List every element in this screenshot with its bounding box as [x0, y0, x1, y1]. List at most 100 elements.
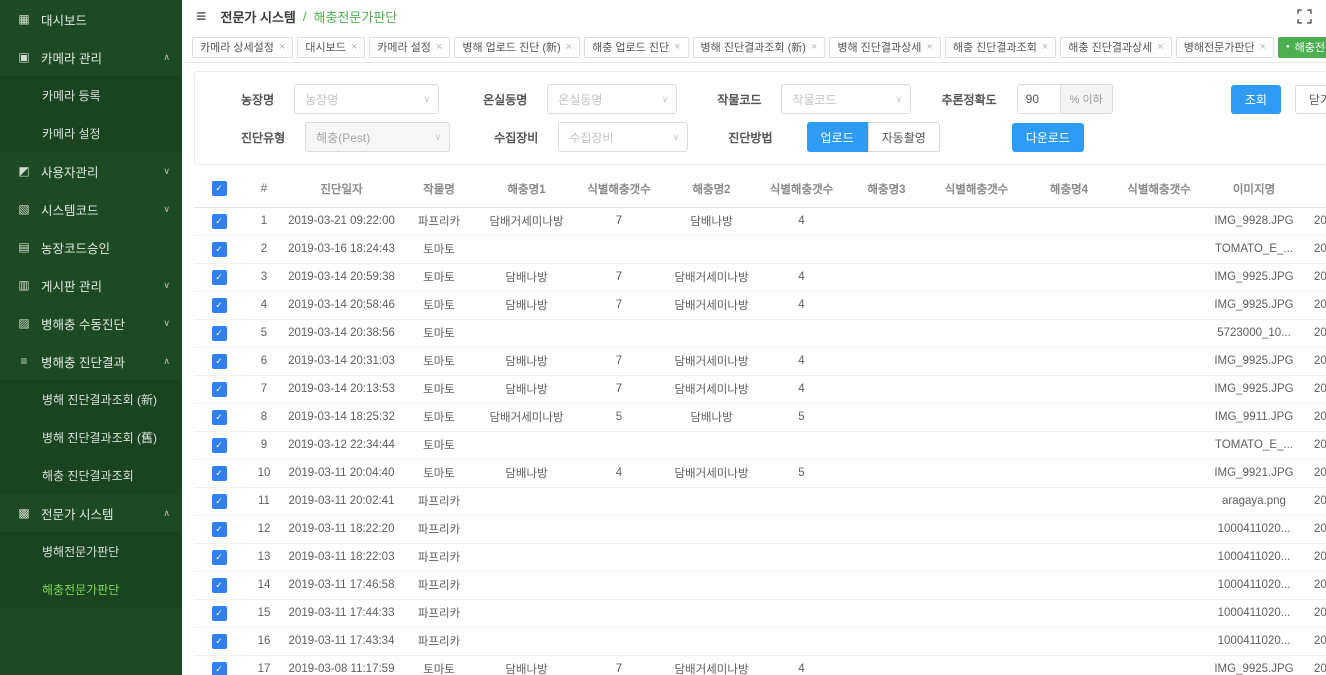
cell-number: 16 — [244, 627, 284, 655]
tab[interactable]: 카메라 상세설정 × — [192, 37, 293, 58]
sidebar-item[interactable]: ▧ 시스템코드 ∨ — [0, 190, 182, 228]
tab[interactable]: 병해 진단결과조회 (新) × — [693, 37, 826, 58]
sidebar-item[interactable]: 해충전문가판단 — [0, 570, 182, 608]
tab[interactable]: 대시보드 × — [297, 37, 365, 58]
row-checkbox[interactable]: ✓ — [212, 634, 227, 649]
crop-code-select[interactable]: 작물코드 ∨ — [781, 84, 911, 114]
row-checkbox[interactable]: ✓ — [212, 326, 227, 341]
cell-pest-name-4 — [1024, 403, 1114, 431]
table-row[interactable]: ✓ 10 2019-03-11 20:04:40 토마토 담배나방 4 담배거세… — [194, 459, 1326, 487]
table-row[interactable]: ✓ 4 2019-03-14 20:58:46 토마토 담배나방 7 담배거세미… — [194, 291, 1326, 319]
table-row[interactable]: ✓ 15 2019-03-11 17:44:33 파프리카 — [194, 599, 1326, 627]
tab-close-icon[interactable]: × — [926, 41, 932, 53]
sidebar-item[interactable]: 카메라 설정 — [0, 114, 182, 152]
sidebar-item[interactable]: ▨ 병해충 수동진단 ∨ — [0, 304, 182, 342]
cell-clipped: 2019 — [1304, 627, 1326, 655]
sidebar-item[interactable]: ◩ 사용자관리 ∨ — [0, 152, 182, 190]
diagnosis-type-select[interactable]: 해충(Pest) ∨ — [305, 122, 450, 152]
row-checkbox[interactable]: ✓ — [212, 578, 227, 593]
sidebar-item[interactable]: 카메라 등록 — [0, 76, 182, 114]
table-row[interactable]: ✓ 9 2019-03-12 22:34:44 토마토 — [194, 431, 1326, 459]
auto-capture-method-button[interactable]: 자동촬영 — [868, 122, 940, 152]
row-checkbox[interactable]: ✓ — [212, 466, 227, 481]
sidebar-item[interactable]: ▩ 전문가 시스템 ∧ — [0, 494, 182, 532]
accuracy-input[interactable] — [1017, 84, 1061, 114]
table-row[interactable]: ✓ 13 2019-03-11 18:22:03 파프리카 — [194, 543, 1326, 571]
cell-checkbox: ✓ — [194, 319, 244, 347]
select-all-checkbox[interactable]: ✓ — [212, 181, 227, 196]
table-row[interactable]: ✓ 8 2019-03-14 18:25:32 토마토 담배거세미나방 5 담배… — [194, 403, 1326, 431]
tab[interactable]: 병해 진단결과상세 × — [829, 37, 940, 58]
table-row[interactable]: ✓ 14 2019-03-11 17:46:58 파프리카 — [194, 571, 1326, 599]
tab[interactable]: 카메라 설정 × — [369, 37, 450, 58]
device-select[interactable]: 수집장비 ∨ — [558, 122, 688, 152]
table-row[interactable]: ✓ 12 2019-03-11 18:22:20 파프리카 — [194, 515, 1326, 543]
download-button[interactable]: 다운로드 — [1012, 123, 1084, 152]
table-row[interactable]: ✓ 16 2019-03-11 17:43:34 파프리카 — [194, 627, 1326, 655]
row-checkbox[interactable]: ✓ — [212, 410, 227, 425]
table-row[interactable]: ✓ 17 2019-03-08 11:17:59 토마토 담배나방 7 담배거세… — [194, 655, 1326, 675]
row-checkbox[interactable]: ✓ — [212, 354, 227, 369]
upload-method-button[interactable]: 업로드 — [807, 122, 868, 152]
tab[interactable]: 병해전문가판단 × — [1176, 37, 1274, 58]
tab-close-icon[interactable]: × — [1260, 41, 1266, 53]
tab-close-icon[interactable]: × — [436, 41, 442, 53]
row-checkbox[interactable]: ✓ — [212, 438, 227, 453]
tab-label: 해충전문가판단 — [1295, 39, 1326, 55]
menu-icon[interactable]: ≡ — [196, 7, 207, 25]
table-row[interactable]: ✓ 11 2019-03-11 20:02:41 파프리카 — [194, 487, 1326, 515]
breadcrumb-root[interactable]: 전문가 시스템 — [221, 7, 296, 26]
tab-close-icon[interactable]: × — [811, 41, 817, 53]
tab[interactable]: ● 해충전문가판단 × — [1278, 37, 1326, 58]
tab[interactable]: 병해 업로드 진단 (新) × — [454, 37, 580, 58]
sidebar-item[interactable]: ▣ 카메라 관리 ∧ — [0, 38, 182, 76]
row-checkbox[interactable]: ✓ — [212, 382, 227, 397]
cell-pest-count-1: 4 — [574, 459, 664, 487]
table-row[interactable]: ✓ 3 2019-03-14 20:59:38 토마토 담배나방 7 담배거세미… — [194, 263, 1326, 291]
tab[interactable]: 해충 업로드 진단 × — [584, 37, 688, 58]
tab-close-icon[interactable]: × — [1157, 41, 1163, 53]
table-row[interactable]: ✓ 5 2019-03-14 20:38:56 토마토 — [194, 319, 1326, 347]
sidebar-item[interactable]: ▤ 농장코드승인 — [0, 228, 182, 266]
cell-pest-name-1: 담배나방 — [479, 291, 574, 319]
tab-close-icon[interactable]: × — [279, 41, 285, 53]
cell-image-name: IMG_9925.JPG — [1204, 375, 1304, 403]
row-checkbox[interactable]: ✓ — [212, 242, 227, 257]
table-row[interactable]: ✓ 6 2019-03-14 20:31:03 토마토 담배나방 7 담배거세미… — [194, 347, 1326, 375]
row-checkbox[interactable]: ✓ — [212, 522, 227, 537]
tab-close-icon[interactable]: × — [674, 41, 680, 53]
check-icon: ✓ — [215, 580, 223, 591]
row-checkbox[interactable]: ✓ — [212, 214, 227, 229]
table-row[interactable]: ✓ 7 2019-03-14 20:13:53 토마토 담배나방 7 담배거세미… — [194, 375, 1326, 403]
greenhouse-select[interactable]: 온실동명 ∨ — [547, 84, 677, 114]
sidebar-item[interactable]: 병해 진단결과조회 (舊) — [0, 418, 182, 456]
col-diagnosis-date: 진단일자 — [284, 171, 399, 207]
table-row[interactable]: ✓ 2 2019-03-16 18:24:43 토마토 — [194, 235, 1326, 263]
tab-label: 병해 업로드 진단 (新) — [462, 39, 560, 55]
col-pest-count-3: 식별해충갯수 — [929, 171, 1024, 207]
row-checkbox[interactable]: ✓ — [212, 494, 227, 509]
row-checkbox[interactable]: ✓ — [212, 270, 227, 285]
sidebar-item[interactable]: ▥ 게시판 관리 ∨ — [0, 266, 182, 304]
table-row[interactable]: ✓ 1 2019-03-21 09:22:00 파프리카 담배거세미나방 7 담… — [194, 207, 1326, 235]
tab-close-icon[interactable]: × — [351, 41, 357, 53]
sidebar-item[interactable]: 병해 진단결과조회 (新) — [0, 380, 182, 418]
cell-checkbox: ✓ — [194, 347, 244, 375]
sidebar-item[interactable]: 해충 진단결과조회 — [0, 456, 182, 494]
row-checkbox[interactable]: ✓ — [212, 662, 227, 675]
row-checkbox[interactable]: ✓ — [212, 550, 227, 565]
close-button[interactable]: 닫기 — [1295, 85, 1326, 114]
row-checkbox[interactable]: ✓ — [212, 298, 227, 313]
sidebar-item[interactable]: ▦ 대시보드 — [0, 0, 182, 38]
sidebar-item[interactable]: 병해전문가판단 — [0, 532, 182, 570]
tab-close-icon[interactable]: × — [566, 41, 572, 53]
search-button[interactable]: 조회 — [1231, 85, 1281, 114]
tab[interactable]: 해충 진단결과상세 × — [1060, 37, 1171, 58]
row-checkbox[interactable]: ✓ — [212, 606, 227, 621]
fullscreen-icon[interactable] — [1297, 9, 1312, 24]
cell-crop-name: 파프리카 — [399, 571, 479, 599]
tab-close-icon[interactable]: × — [1042, 41, 1048, 53]
farm-name-select[interactable]: 농장명 ∨ — [294, 84, 439, 114]
sidebar-item[interactable]: ≡ 병해충 진단결과 ∧ — [0, 342, 182, 380]
tab[interactable]: 해충 진단결과조회 × — [945, 37, 1056, 58]
